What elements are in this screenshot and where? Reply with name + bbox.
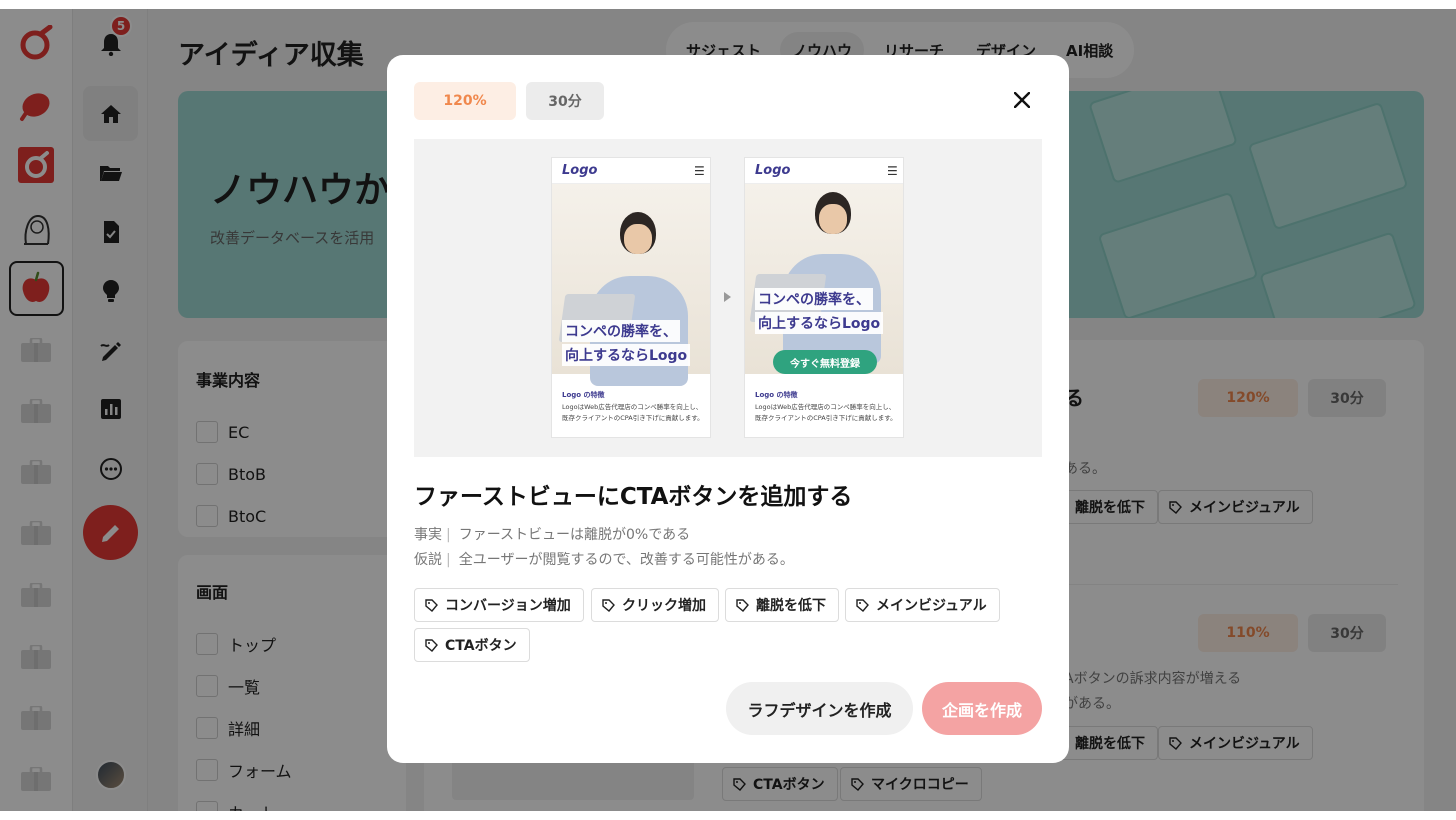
tag-label: CTAボタン bbox=[445, 638, 517, 654]
tag-icon bbox=[856, 598, 869, 612]
modal-tag[interactable]: 離脱を低下 bbox=[725, 588, 839, 622]
separator: | bbox=[446, 552, 451, 568]
close-button[interactable] bbox=[1007, 85, 1037, 115]
mockup-feature-line: 既存クライアントのCPA引き下げに貢献します。 bbox=[755, 414, 897, 422]
mockup-photo bbox=[745, 184, 903, 374]
hypothesis-label: 仮説 bbox=[414, 552, 442, 568]
mockup-copy-line: 向上するならLogo bbox=[755, 312, 884, 334]
arrow-icon bbox=[724, 292, 731, 302]
idea-detail-modal: 120% 30分 Logo ☰ コンペの勝率を、 向上するならLogo Logo… bbox=[387, 55, 1069, 763]
fact-text: ファーストビューは離脱が0%である bbox=[458, 527, 691, 543]
fact-line: 事実 | ファーストビューは離脱が0%である bbox=[414, 524, 690, 544]
mockup-feature-line: 既存クライアントのCPA引き下げに貢献します。 bbox=[562, 414, 704, 422]
tag-icon bbox=[425, 638, 438, 652]
mockup-logo: Logo bbox=[562, 163, 598, 178]
person-face bbox=[819, 204, 847, 234]
mockup-feature-line: LogoはWeb広告代理店のコンペ勝率を向上し、 bbox=[562, 403, 703, 411]
mockup-before: Logo ☰ コンペの勝率を、 向上するならLogo Logo の特徴 Logo… bbox=[551, 157, 711, 438]
modal-tag[interactable]: CTAボタン bbox=[414, 628, 530, 662]
tag-icon bbox=[736, 598, 749, 612]
hamburger-icon: ☰ bbox=[694, 164, 705, 178]
modal-tag[interactable]: コンバージョン増加 bbox=[414, 588, 584, 622]
modal-tag[interactable]: メインビジュアル bbox=[845, 588, 1000, 622]
mockup-copy-line: 向上するならLogo bbox=[562, 344, 691, 366]
mockup-feature-line: LogoはWeb広告代理店のコンペ勝率を向上し、 bbox=[755, 403, 896, 411]
modal-tag[interactable]: クリック増加 bbox=[591, 588, 719, 622]
tag-label: 離脱を低下 bbox=[756, 598, 826, 614]
create-rough-design-button[interactable]: ラフデザインを作成 bbox=[726, 682, 913, 735]
mockup-logo: Logo bbox=[755, 163, 791, 178]
mockup-copy: コンペの勝率を、 向上するならLogo bbox=[562, 320, 691, 368]
tag-icon bbox=[602, 598, 615, 612]
mockup-header: Logo ☰ bbox=[552, 158, 710, 184]
top-edge bbox=[0, 0, 1456, 9]
fact-label: 事実 bbox=[414, 527, 442, 543]
hypothesis-line: 仮説 | 全ユーザーが閲覧するので、改善する可能性がある。 bbox=[414, 549, 794, 569]
before-after-image: Logo ☰ コンペの勝率を、 向上するならLogo Logo の特徴 Logo… bbox=[414, 139, 1042, 457]
close-icon bbox=[1014, 92, 1030, 108]
hamburger-icon: ☰ bbox=[887, 164, 898, 178]
hypothesis-text: 全ユーザーが閲覧するので、改善する可能性がある。 bbox=[458, 552, 794, 568]
tag-label: メインビジュアル bbox=[876, 598, 987, 614]
tag-label: クリック増加 bbox=[622, 598, 706, 614]
rate-badge: 120% bbox=[414, 82, 516, 120]
time-badge: 30分 bbox=[526, 82, 604, 120]
mockup-feature-head: Logo の特徴 bbox=[562, 391, 605, 399]
modal-title: ファーストビューにCTAボタンを追加する bbox=[414, 484, 853, 510]
mockup-after: Logo ☰ コンペの勝率を、 向上するならLogo 今すぐ無料登録 Logo … bbox=[744, 157, 904, 438]
tag-icon bbox=[425, 598, 438, 612]
tag-label: コンバージョン増加 bbox=[445, 598, 571, 614]
bottom-edge bbox=[0, 811, 1456, 820]
create-plan-button[interactable]: 企画を作成 bbox=[922, 682, 1042, 735]
separator: | bbox=[446, 527, 451, 543]
mockup-feature-head: Logo の特徴 bbox=[755, 391, 798, 399]
mockup-copy-line: コンペの勝率を、 bbox=[562, 320, 680, 342]
person-face bbox=[624, 224, 652, 254]
mockup-copy-line: コンペの勝率を、 bbox=[755, 288, 873, 310]
mockup-header: Logo ☰ bbox=[745, 158, 903, 184]
mockup-copy: コンペの勝率を、 向上するならLogo bbox=[755, 288, 884, 336]
mockup-cta-button: 今すぐ無料登録 bbox=[773, 350, 877, 374]
